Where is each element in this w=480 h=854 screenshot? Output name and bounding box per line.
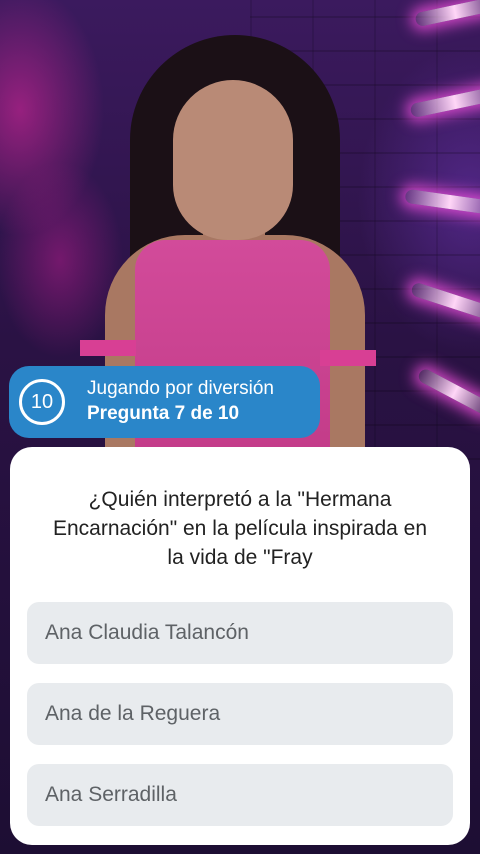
armband	[80, 340, 136, 356]
answer-option-3[interactable]: Ana Serradilla	[27, 764, 453, 826]
game-mode-label: Jugando por diversión	[87, 378, 274, 399]
question-card: ¿Quién interpretó a la "Hermana Encarnac…	[10, 447, 470, 845]
game-status-text: Jugando por diversión Pregunta 7 de 10	[87, 377, 274, 427]
question-text: ¿Quién interpretó a la "Hermana Encarnac…	[52, 488, 428, 569]
armband	[320, 350, 376, 366]
answer-option-1[interactable]: Ana Claudia Talancón	[27, 602, 453, 664]
countdown-timer: 10	[19, 379, 65, 425]
question-progress: Pregunta 7 de 10	[87, 403, 240, 424]
game-status-pill: 10 Jugando por diversión Pregunta 7 de 1…	[9, 366, 320, 438]
presenter-face	[173, 80, 293, 240]
answer-option-2[interactable]: Ana de la Reguera	[27, 683, 453, 745]
